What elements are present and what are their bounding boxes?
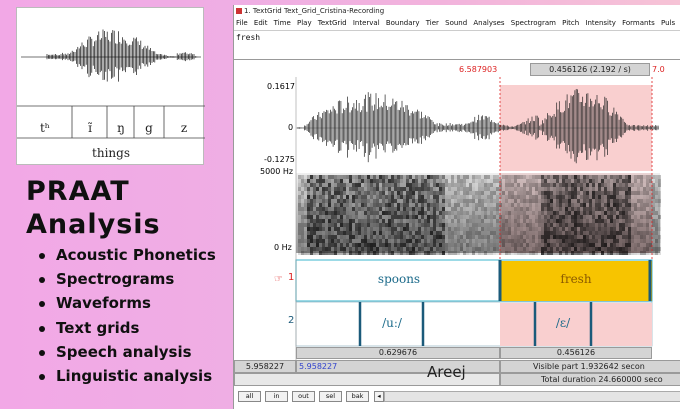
duration-bar-left[interactable]: 0.629676: [296, 347, 500, 359]
right-edge-time: 7.0: [652, 65, 665, 74]
cursor-time: 6.587903: [459, 65, 498, 74]
inset-segment-ng: ŋ: [117, 121, 125, 135]
visible-start-box: 5.958227: [296, 360, 500, 373]
menu-tier[interactable]: Tier: [426, 19, 439, 27]
menu-textgrid[interactable]: TextGrid: [318, 19, 347, 27]
menu-play[interactable]: Play: [297, 19, 312, 27]
menu-sound[interactable]: Sound: [445, 19, 467, 27]
feature-item: Speech analysis: [36, 343, 216, 367]
inset-segment-i: ɪ̃: [88, 121, 92, 135]
left-time-box: 5.958227: [234, 360, 296, 373]
tier2-interval-e[interactable]: /ɛ/: [536, 316, 590, 330]
promo-title-line1: PRAAT: [26, 176, 130, 207]
menu-file[interactable]: File: [236, 19, 248, 27]
inset-segment-th: tʰ: [39, 121, 50, 135]
menu-intensity[interactable]: Intensity: [585, 19, 615, 27]
feature-item: Linguistic analysis: [36, 367, 216, 391]
menu-pitch[interactable]: Pitch: [562, 19, 579, 27]
feature-item: Text grids: [36, 319, 216, 343]
menu-bar: File Edit Time Play TextGrid Interval Boundary…: [234, 17, 680, 30]
window-title: 1. TextGrid Text_Grid_Cristina-Recording: [244, 7, 385, 15]
spectrogram: [298, 175, 661, 255]
tier1-interval-fresh[interactable]: fresh: [534, 272, 618, 286]
inset-word-label: things: [92, 146, 130, 160]
waveform-max-label: 0.1617: [267, 82, 295, 91]
feature-item: Spectrograms: [36, 270, 216, 294]
selection-duration-bar[interactable]: 0.456126 (2.192 / s): [530, 63, 650, 76]
menu-formants[interactable]: Formants: [622, 19, 655, 27]
zoom-all-button[interactable]: all: [238, 391, 261, 402]
feature-list: Acoustic Phonetics Spectrograms Waveform…: [36, 246, 216, 391]
praat-app-icon: [236, 8, 242, 14]
scroll-left-arrow-icon[interactable]: ◂: [374, 391, 384, 402]
total-duration-box: Total duration 24.660000 seco: [500, 373, 680, 386]
zoom-sel-button[interactable]: sel: [319, 391, 342, 402]
watermark-name: Areej: [427, 363, 466, 381]
inset-figure: tʰ ɪ̃ ŋ g z things: [16, 7, 205, 165]
tier-pointer-icon[interactable]: ☞: [274, 274, 283, 285]
menu-interval[interactable]: Interval: [353, 19, 380, 27]
tier2-interval-u[interactable]: /uː/: [364, 316, 420, 330]
zoom-back-button[interactable]: bak: [346, 391, 369, 402]
waveform-min-label: -0.1275: [264, 155, 295, 164]
horizontal-scrollbar[interactable]: [384, 391, 680, 402]
analysis-canvas[interactable]: [234, 77, 680, 387]
window-titlebar: 1. TextGrid Text_Grid_Cristina-Recording: [234, 5, 680, 17]
interval-text-field[interactable]: fresh: [234, 30, 680, 60]
menu-time[interactable]: Time: [274, 19, 291, 27]
feature-item: Acoustic Phonetics: [36, 246, 216, 270]
menu-boundary[interactable]: Boundary: [386, 19, 420, 27]
menu-pulses[interactable]: Puls: [661, 19, 675, 27]
zoom-in-button[interactable]: in: [265, 391, 288, 402]
inset-segment-z: z: [180, 121, 188, 135]
feature-item: Waveforms: [36, 294, 216, 318]
praat-textgrid-window: 1. TextGrid Text_Grid_Cristina-Recording…: [233, 5, 680, 409]
tier1-number[interactable]: 1: [288, 272, 294, 283]
promo-title-line2: Analysis: [26, 209, 161, 240]
menu-spectrogram[interactable]: Spectrogram: [511, 19, 556, 27]
menu-analyses[interactable]: Analyses: [473, 19, 504, 27]
duration-bar-selection[interactable]: 0.456126: [500, 347, 652, 359]
spectrogram-bottom-label: 0 Hz: [274, 243, 292, 252]
menu-edit[interactable]: Edit: [254, 19, 268, 27]
spectrogram-top-label: 5000 Hz: [260, 167, 294, 176]
zoom-out-button[interactable]: out: [292, 391, 315, 402]
inset-segment-g: g: [145, 121, 153, 135]
waveform-zero-label: 0: [288, 123, 294, 132]
tier2-number[interactable]: 2: [288, 315, 294, 326]
inset-waveform: [17, 29, 205, 139]
tier1-interval-spoons[interactable]: spoons: [354, 272, 444, 286]
visible-part-box: Visible part 1.932642 secon: [500, 360, 680, 373]
